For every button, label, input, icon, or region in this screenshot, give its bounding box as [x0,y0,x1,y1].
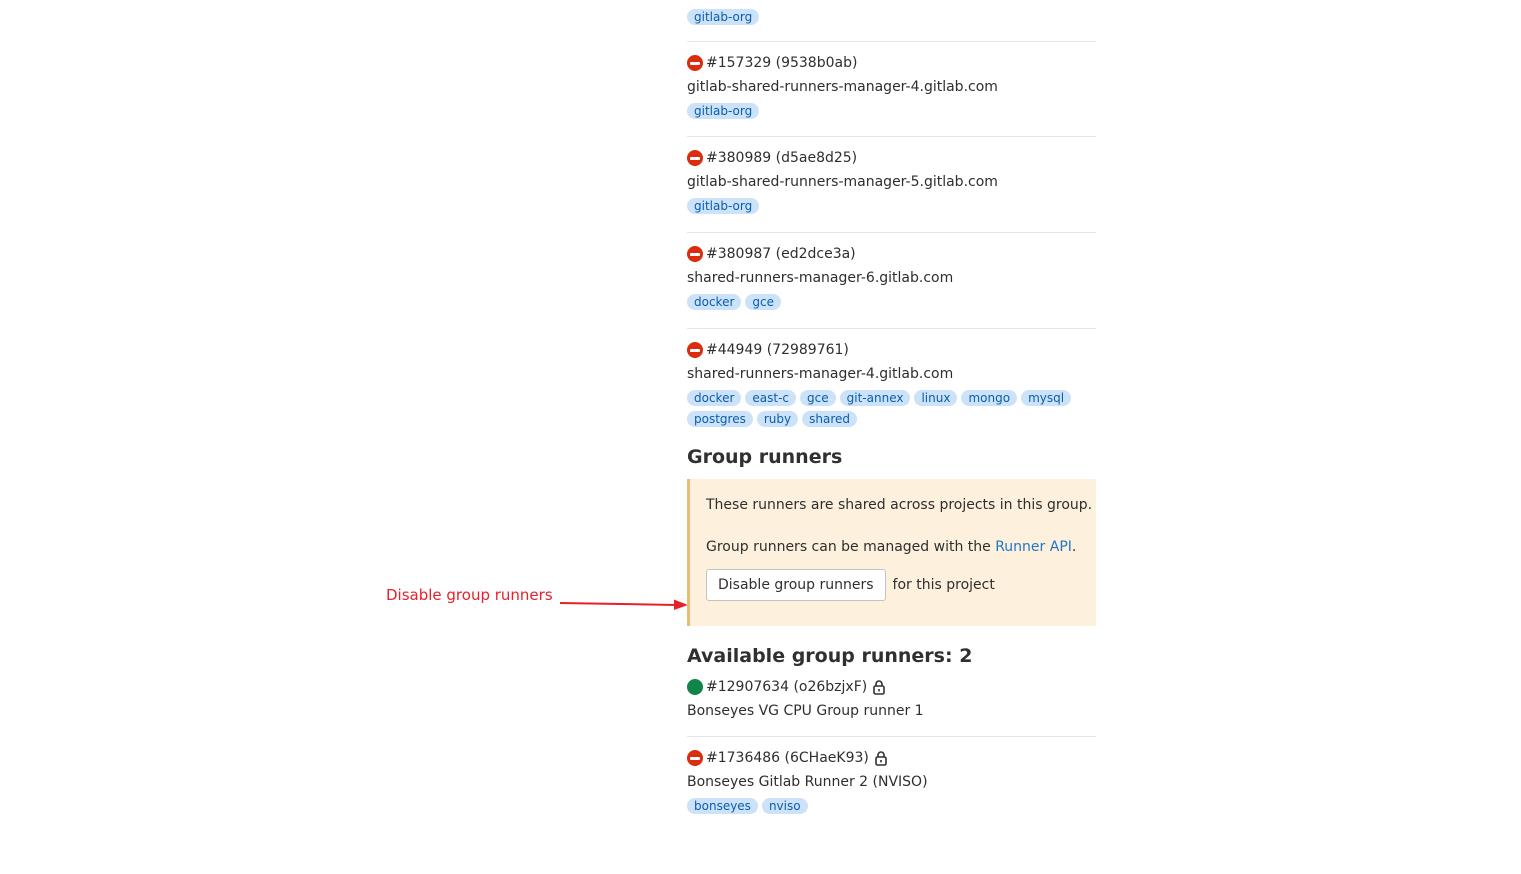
group-runners-api-text: Group runners can be managed with the Ru… [706,537,1080,557]
runner-tags: docker gce [687,294,1096,315]
runner-description: gitlab-shared-runners-manager-5.gitlab.c… [687,174,998,190]
shared-runner-item: gitlab-org [687,0,1096,42]
paused-status-icon [687,750,703,766]
runner-id: #380987 (ed2dce3a) [706,246,856,262]
group-runners-heading: Group runners [687,446,843,468]
runner-tag: bonseyes [687,798,758,814]
runner-tag: docker [687,390,742,406]
disable-suffix-text: for this project [892,577,995,593]
runner-tag: nviso [761,798,808,814]
runner-id: #12907634 (o26bzjxF) [706,679,868,695]
annotation-arrow-icon [559,599,688,610]
runner-tags: gitlab-org [687,0,1096,30]
runner-description: shared-runners-manager-6.gitlab.com [687,270,954,286]
runner-description: shared-runners-manager-4.gitlab.com [687,366,954,382]
paused-status-icon [687,55,703,71]
runner-header: #1736486 (6CHaeK93) [687,747,1096,769]
lock-icon [875,751,887,766]
runners-settings-page: Disable group runners gitlab-org #157329… [0,0,1521,874]
runner-api-link[interactable]: Runner API [995,539,1072,555]
runner-tag: git-annex [839,390,911,406]
runner-tag: ruby [756,411,799,427]
shared-runner-item: #157329 (9538b0ab) gitlab-shared-runners… [687,42,1096,137]
runner-tag: gitlab-org [687,198,760,214]
runner-description: Bonseyes Gitlab Runner 2 (NVISO) [687,774,928,790]
runner-tag: linux [914,390,958,406]
runner-header: #44949 (72989761) [687,339,1096,361]
group-runners-info-text: These runners are shared across projects… [706,497,1093,513]
runner-tag: docker [687,294,742,310]
runner-tags: gitlab-org [687,198,1096,219]
runner-header: #380987 (ed2dce3a) [687,243,1096,265]
paused-status-icon [687,150,703,166]
shared-runner-item: #380987 (ed2dce3a) shared-runners-manage… [687,233,1096,329]
runner-id: #44949 (72989761) [706,342,849,358]
disable-group-runners-button[interactable]: Disable group runners [706,569,886,601]
group-runners-info-box: These runners are shared across projects… [687,479,1096,626]
shared-runner-item: #380989 (d5ae8d25) gitlab-shared-runners… [687,137,1096,233]
runner-tags: gitlab-org [687,103,1096,124]
annotation-label: Disable group runners [386,586,553,604]
api-text-suffix: . [1071,539,1077,555]
runner-header: #380989 (d5ae8d25) [687,147,1096,169]
runner-tags: bonseyes nviso [687,798,1096,819]
disable-group-runners-row: Disable group runners for this project [706,569,1080,601]
runner-header: #157329 (9538b0ab) [687,52,1096,74]
shared-runner-item: #44949 (72989761) shared-runners-manager… [687,329,1096,439]
runner-tag: shared [802,411,857,427]
runner-tag: mongo [961,390,1018,406]
group-runner-item: #1736486 (6CHaeK93) Bonseyes Gitlab Runn… [687,737,1096,819]
runners-column: gitlab-org #157329 (9538b0ab) gitlab-sha… [687,0,1096,819]
runner-tags: docker east-c gce git-annex linux mongo … [687,390,1096,432]
runner-tag: gce [800,390,836,406]
runner-tag: postgres [687,411,753,427]
runner-header: #12907634 (o26bzjxF) [687,676,1096,698]
lock-icon [873,680,886,695]
paused-status-icon [687,342,703,358]
runner-tag: mysql [1021,390,1072,406]
runner-id: #1736486 (6CHaeK93) [706,750,869,766]
runner-tag: gitlab-org [687,9,760,25]
runner-tag: gitlab-org [687,103,760,119]
online-status-icon [687,679,703,695]
runner-id: #157329 (9538b0ab) [706,55,858,71]
available-group-runners-heading: Available group runners: 2 [687,645,973,667]
runner-description: Bonseyes VG CPU Group runner 1 [687,703,924,719]
runner-tag: gce [745,294,782,310]
runner-description: gitlab-shared-runners-manager-4.gitlab.c… [687,79,998,95]
runner-tag: east-c [745,390,797,406]
group-runner-item: #12907634 (o26bzjxF) Bonseyes VG CPU Gro… [687,668,1096,737]
paused-status-icon [687,246,703,262]
api-text-prefix: Group runners can be managed with the [706,539,996,555]
runner-id: #380989 (d5ae8d25) [706,150,858,166]
